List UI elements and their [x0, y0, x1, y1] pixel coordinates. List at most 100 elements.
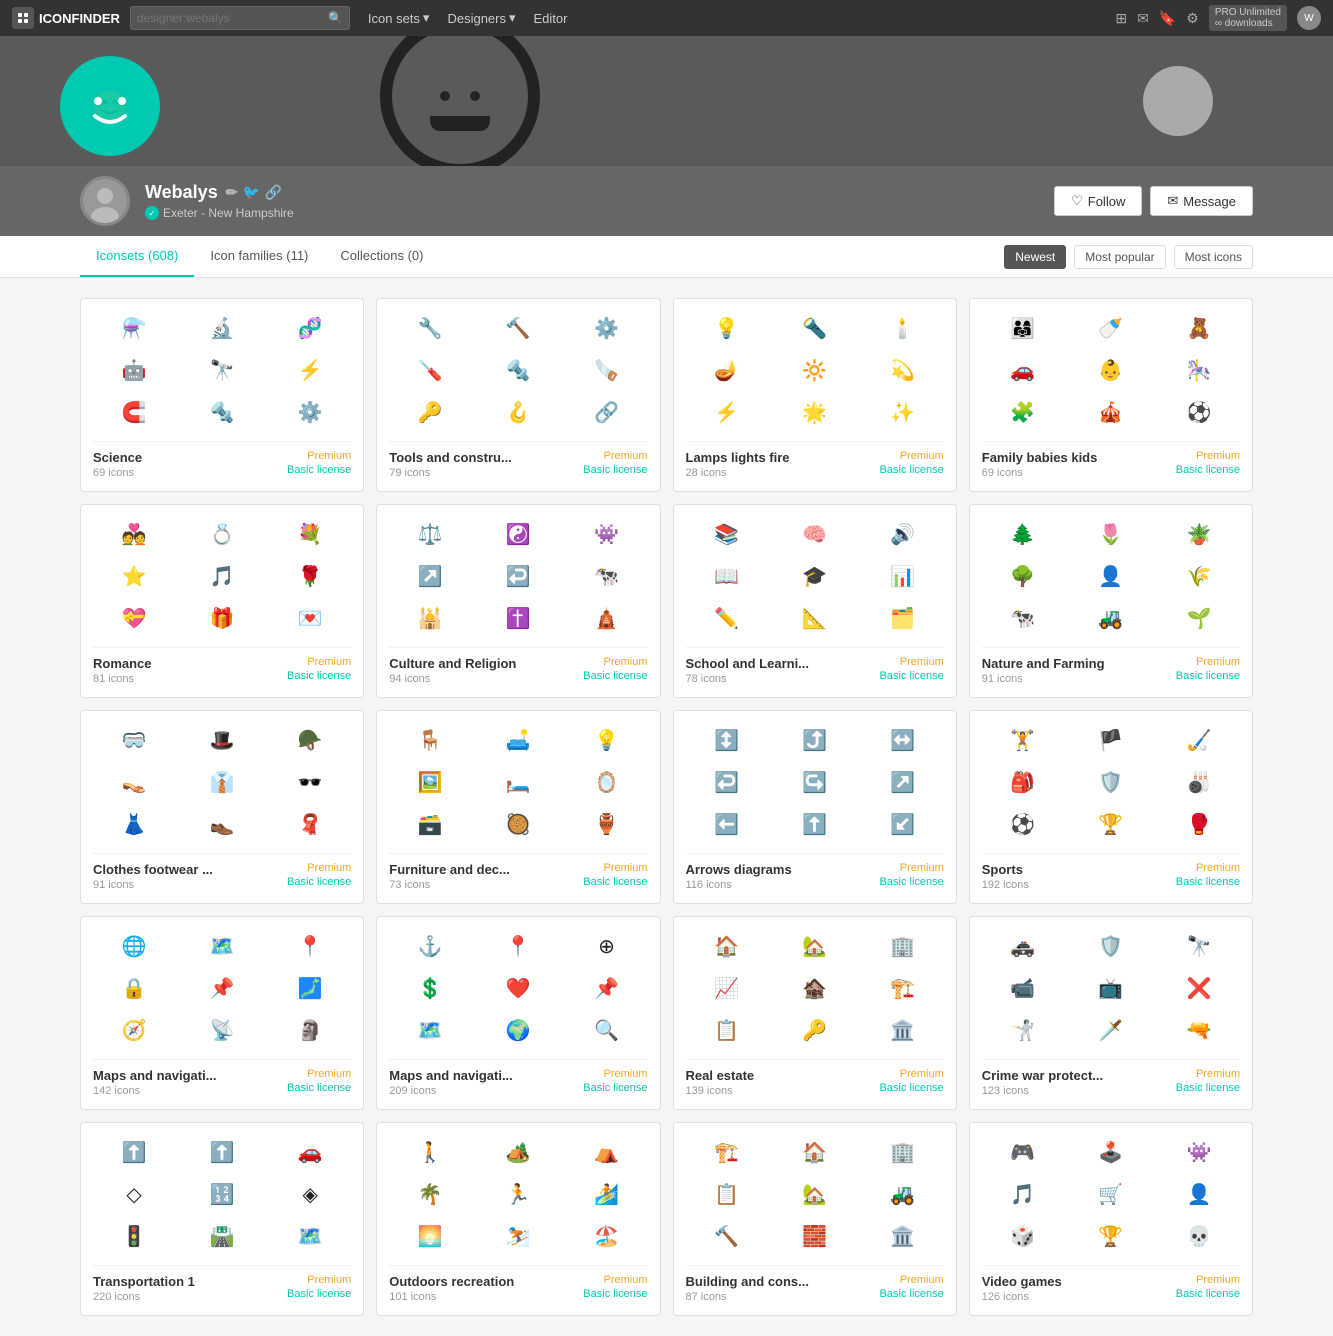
icon-card[interactable]: ⚖️☯️👾↗️↩️🐄🕌✝️🛕Culture and Religion94 ico…	[376, 504, 660, 698]
icon-cell: 🏛️	[885, 1219, 921, 1255]
icon-card[interactable]: 🏗️🏠🏢📋🏡🚜🔨🧱🏛️Building and cons...87 iconsP…	[673, 1122, 957, 1316]
search-bar[interactable]: 🔍	[130, 6, 350, 30]
card-info-left: Science69 icons	[93, 450, 142, 479]
badge-license: Basic license	[583, 1288, 647, 1300]
icon-cell: 🚗	[1005, 353, 1041, 389]
pro-text: PRO Unlimited	[1215, 7, 1281, 18]
icon-cell: 🏆	[1093, 807, 1129, 843]
icon-card[interactable]: 👨‍👩‍👧🍼🧸🚗👶🎠🧩🎪⚽Family babies kids69 iconsP…	[969, 298, 1253, 492]
twitter-icon[interactable]: 🐦	[242, 184, 259, 201]
card-count: 91 icons	[982, 673, 1105, 685]
icon-card[interactable]: 🎮🕹️👾🎵🛒👤🎲🏆💀Video games126 iconsPremiumBas…	[969, 1122, 1253, 1316]
badge-license: Basic license	[287, 1082, 351, 1094]
icon-cell: 💌	[292, 601, 328, 637]
badge-license: Basic license	[583, 876, 647, 888]
icon-card[interactable]: 🏋️🏴🏑🎒🛡️🎳⚽🏆🥊Sports192 iconsPremiumBasic l…	[969, 710, 1253, 904]
icon-card[interactable]: 🥽🎩🪖👡👔🕶️👗👞🧣Clothes footwear ...91 iconsPr…	[80, 710, 364, 904]
icon-cell: ⊕	[588, 929, 624, 965]
icon-card[interactable]: 🏠🏡🏢📈🏚️🏗️📋🔑🏛️Real estate139 iconsPremiumB…	[673, 916, 957, 1110]
edit-icon[interactable]: ✏	[226, 184, 238, 201]
icon-cell: 🪚	[588, 353, 624, 389]
icon-card[interactable]: ⬆️⬆️🚗◇🔢◈🚦🛣️🗺️Transportation 1220 iconsPr…	[80, 1122, 364, 1316]
sort-newest[interactable]: Newest	[1004, 245, 1066, 269]
card-right: PremiumBasic license	[583, 1068, 647, 1094]
icon-card[interactable]: 🌐🗺️📍🔒📌🗾🧭📡🗿Maps and navigati...142 iconsP…	[80, 916, 364, 1110]
sort-options: Newest Most popular Most icons	[1004, 245, 1253, 269]
icon-cell: 🎵	[1005, 1177, 1041, 1213]
icon-cell: 🚜	[1093, 601, 1129, 637]
badge-license: Basic license	[880, 464, 944, 476]
tab-iconsets-label: Iconsets (608)	[96, 248, 178, 263]
tab-collections[interactable]: Collections (0)	[324, 236, 439, 277]
nav-editor-label: Editor	[534, 11, 568, 26]
icon-card[interactable]: ↕️⤴️↔️↩️↪️↗️⬅️⬆️↙️Arrows diagrams116 ico…	[673, 710, 957, 904]
card-footer: School and Learni...78 iconsPremiumBasic…	[686, 647, 944, 685]
badge-license: Basic license	[1176, 1288, 1240, 1300]
sort-popular[interactable]: Most popular	[1074, 245, 1165, 269]
icon-card[interactable]: 🚓🛡️🔭📹📺❌🤺🗡️🔫Crime war protect...123 icons…	[969, 916, 1253, 1110]
search-input[interactable]	[137, 11, 328, 25]
icon-cell: 🪛	[412, 353, 448, 389]
message-button[interactable]: ✉ Message	[1150, 186, 1253, 216]
icon-preview: 📚🧠🔊📖🎓📊✏️📐🗂️	[686, 517, 944, 637]
card-count: 139 icons	[686, 1085, 755, 1097]
badge-premium: Premium	[583, 1274, 647, 1286]
grid-icon[interactable]: ⊞	[1115, 10, 1127, 27]
icon-cell: 🕶️	[292, 765, 328, 801]
icon-card[interactable]: ⚗️🔬🧬🤖🔭⚡🧲🔩⚙️Science69 iconsPremiumBasic l…	[80, 298, 364, 492]
icon-card[interactable]: 📚🧠🔊📖🎓📊✏️📐🗂️ School and Learni...78 iconsP…	[673, 504, 957, 698]
icon-preview: ⬆️⬆️🚗◇🔢◈🚦🛣️🗺️	[93, 1135, 351, 1255]
icon-cell: 🪝	[500, 395, 536, 431]
tab-icon-families[interactable]: Icon families (11)	[194, 236, 324, 277]
icon-preview: 🏗️🏠🏢📋🏡🚜🔨🧱🏛️	[686, 1135, 944, 1255]
card-count: 94 icons	[389, 673, 516, 685]
card-right: PremiumBasic license	[583, 656, 647, 682]
badge-premium: Premium	[880, 1068, 944, 1080]
icon-card[interactable]: 🪑🛋️💡🖼️🛏️🪞🗃️🥘🏺Furniture and dec...73 icon…	[376, 710, 660, 904]
icon-cell: 🛡️	[1093, 929, 1129, 965]
icon-cell: ✝️	[500, 601, 536, 637]
icon-cell: 🔒	[116, 971, 152, 1007]
verified-badge: ✓	[145, 206, 159, 220]
icon-cell: 🏄	[588, 1177, 624, 1213]
icon-cell: 🎲	[1005, 1219, 1041, 1255]
avatar[interactable]: W	[1297, 6, 1321, 30]
icon-card[interactable]: 🚶🏕️⛺🌴🏃🏄🌅⛷️🏖️Outdoors recreation101 icons…	[376, 1122, 660, 1316]
search-icon[interactable]: 🔍	[328, 11, 343, 25]
icon-cell: ↩️	[500, 559, 536, 595]
icon-cell: 🌳	[1005, 559, 1041, 595]
icon-card[interactable]: ⚓📍⊕💲❤️📌🗺️🌍🔍Maps and navigati...209 icons…	[376, 916, 660, 1110]
icon-card[interactable]: 🌲🌷🪴🌳👤🌾🐄🚜🌱Nature and Farming91 iconsPremi…	[969, 504, 1253, 698]
tab-iconsets[interactable]: Iconsets (608)	[80, 236, 194, 277]
icon-cell: 🧬	[292, 311, 328, 347]
settings-icon[interactable]: ⚙	[1186, 10, 1199, 27]
main-content: ⚗️🔬🧬🤖🔭⚡🧲🔩⚙️Science69 iconsPremiumBasic l…	[0, 278, 1333, 1336]
icon-card[interactable]: 💑💍💐⭐🎵🌹💝🎁💌Romance81 iconsPremiumBasic lic…	[80, 504, 364, 698]
icon-card[interactable]: 🔧🔨⚙️🪛🔩🪚🔑🪝🔗Tools and constru...79 iconsPr…	[376, 298, 660, 492]
bookmark-icon[interactable]: 🔖	[1159, 10, 1176, 27]
icon-cell: 🗺️	[292, 1219, 328, 1255]
mail-icon[interactable]: ✉	[1137, 10, 1149, 27]
card-info-left: Maps and navigati...209 icons	[389, 1068, 513, 1097]
nav-designers[interactable]: Designers ▾	[439, 6, 523, 30]
icon-cell: 🔭	[204, 353, 240, 389]
icon-cell: ◇	[116, 1177, 152, 1213]
card-right: PremiumBasic license	[1176, 450, 1240, 476]
icon-cell: 🖼️	[412, 765, 448, 801]
nav-editor[interactable]: Editor	[526, 7, 576, 30]
link-icon[interactable]: 🔗	[265, 184, 282, 201]
icon-cell: 🔩	[500, 353, 536, 389]
sort-most-icons[interactable]: Most icons	[1174, 245, 1253, 269]
icon-cell: 🏛️	[885, 1013, 921, 1049]
icon-cell: 🕹️	[1093, 1135, 1129, 1171]
nav-iconsets[interactable]: Icon sets ▾	[360, 6, 438, 30]
icon-cell: ⚡	[709, 395, 745, 431]
card-count: 126 icons	[982, 1291, 1062, 1303]
logo[interactable]: ICONFINDER	[12, 7, 120, 29]
follow-button[interactable]: ♡ Follow	[1054, 186, 1142, 216]
card-right: PremiumBasic license	[287, 862, 351, 888]
icon-cell: ◈	[292, 1177, 328, 1213]
icon-cell: 🔧	[412, 311, 448, 347]
icon-card[interactable]: 💡🔦🕯️🪔🔆💫⚡🌟✨Lamps lights fire28 iconsPremi…	[673, 298, 957, 492]
card-right: PremiumBasic license	[583, 450, 647, 476]
